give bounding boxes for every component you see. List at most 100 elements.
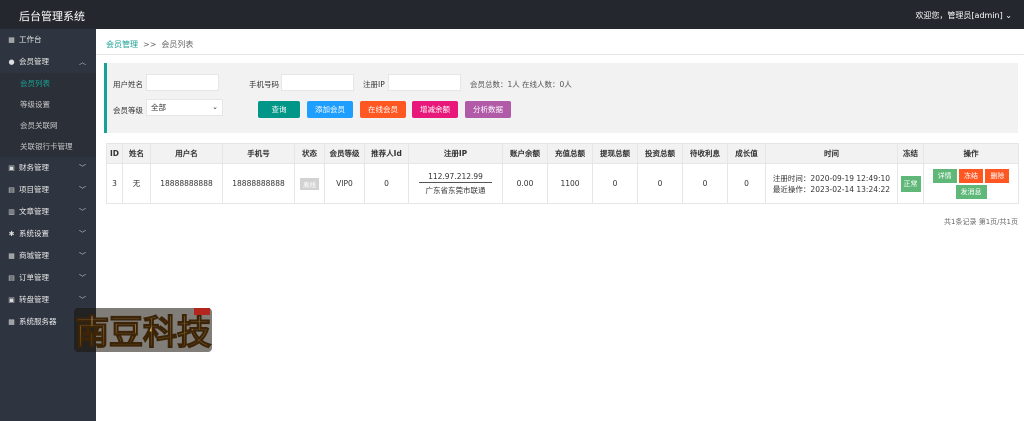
cell-balance: 0.00 [502,163,548,204]
column-header: 待收利息 [682,143,728,164]
sidebar-item-mall[interactable]: ▦ 商城管理 ﹀ [0,245,96,267]
delete-button[interactable]: 删除 [985,168,1010,183]
cell-register-ip: 112.97.212.99 广东省东莞市联通 [408,163,503,204]
sidebar-item-members[interactable]: ● 会员管理 ︿ [0,51,96,73]
add-member-button[interactable]: 添加会员 [307,101,353,118]
phone-input[interactable] [281,74,354,91]
column-header: 手机号 [222,143,295,164]
sidebar-item-articles[interactable]: ▥ 文章管理 ﹀ [0,201,96,223]
user-menu[interactable]: 欢迎您，管理员[admin] ⌄ [915,10,1012,21]
send-message-button[interactable]: 发消息 [955,184,987,199]
chevron-down-icon: ⌄ [1005,11,1012,20]
cell-withdraw-total: 0 [592,163,638,204]
chevron-down-icon: ﹀ [79,186,86,194]
column-header: 投资总额 [637,143,683,164]
gear-icon: ✱ [8,230,15,238]
online-members-button[interactable]: 在线会员 [360,101,406,118]
username-input[interactable] [146,74,219,91]
table-row: 3 无 18888888888 18888888888 离线 VIP0 0 11… [106,163,1019,204]
sidebar-subitem-bank-cards[interactable]: 关联银行卡管理 [0,136,96,157]
member-table: ID 姓名 用户名 手机号 状态 会员等级 推荐人Id 注册IP 账户余额 充值… [106,143,1019,204]
chevron-down-icon: ﹀ [79,252,86,260]
sidebar-subitem-level-settings[interactable]: 等级设置 [0,94,96,115]
cell-time: 注册时间：2020-09-19 12:49:10 最近操作：2023-02-14… [765,163,898,204]
column-header: 提现总额 [592,143,638,164]
breadcrumb-parent[interactable]: 会员管理 [106,40,138,49]
adjust-balance-button[interactable]: 增减余额 [412,101,458,118]
column-header: 充值总额 [547,143,593,164]
register-time: 注册时间：2020-09-19 12:49:10 [772,173,891,183]
server-icon: ▦ [8,318,15,326]
main-content: 会员管理 >> 会员列表 用户姓名 手机号码 注册IP 会员总数：1人 在线人数：0… [96,29,1024,421]
document-icon: ▥ [8,208,15,216]
sidebar-subitem-member-network[interactable]: 会员关联网 [0,115,96,136]
pagination-info: 共1条记录 第1页/共1页 [944,218,1018,226]
cell-actions: 详情 冻结 删除 发消息 [923,163,1019,204]
column-header: 成长值 [727,143,766,164]
money-icon: ▣ [8,164,15,172]
app-title: 后台管理系统 [19,10,85,23]
sidebar: ▦ 工作台 ● 会员管理 ︿ 会员列表 等级设置 会员关联网 关联银行卡管理 ▣ 财务… [0,29,96,421]
breadcrumb: 会员管理 >> 会员列表 [106,39,193,50]
sidebar-item-system-settings[interactable]: ✱ 系统设置 ﹀ [0,223,96,245]
sidebar-item-orders[interactable]: ▤ 订单管理 ﹀ [0,267,96,289]
cell-phone: 18888888888 [222,163,295,204]
top-bar: 后台管理系统 欢迎您，管理员[admin] ⌄ [0,0,1024,29]
ip-location: 广东省东莞市联通 [425,185,486,195]
level-select-value: 全部 [151,103,166,112]
folder-icon: ▤ [8,186,15,194]
search-button[interactable]: 查询 [258,101,300,118]
cell-id: 3 [106,163,123,204]
column-header: 状态 [294,143,325,164]
user-greeting: 欢迎您，管理员[admin] [915,11,1003,20]
cell-level: VIP0 [324,163,365,204]
ip-address: 112.97.212.99 [419,172,492,183]
analyze-data-button[interactable]: 分析数据 [465,101,511,118]
cell-referrer-id: 0 [364,163,409,204]
chevron-down-icon: ﹀ [79,164,86,172]
ip-input[interactable] [388,74,461,91]
freeze-button[interactable]: 冻结 [959,168,983,183]
freeze-status-badge[interactable]: 正常 [900,175,921,192]
cell-invest-total: 0 [637,163,683,204]
cell-username: 18888888888 [150,163,223,204]
chevron-down-icon: ﹀ [79,230,86,238]
online-members-count: 在线人数：0人 [522,80,572,89]
detail-button[interactable]: 详情 [932,168,957,183]
search-panel: 用户姓名 手机号码 注册IP 会员总数：1人 在线人数：0人 会员等级 全部 ⌄… [104,63,1018,133]
sidebar-subitem-member-list[interactable]: 会员列表 [0,73,96,94]
ip-label: 注册IP [363,80,385,89]
cell-pending-interest: 0 [682,163,728,204]
sidebar-item-finance[interactable]: ▣ 财务管理 ﹀ [0,157,96,179]
cell-recharge-total: 1100 [547,163,593,204]
divider [96,54,1024,55]
column-header: ID [106,143,123,164]
column-header: 注册IP [408,143,503,164]
column-header: 推荐人Id [364,143,409,164]
chevron-up-icon: ︿ [79,58,86,66]
column-header: 账户余额 [502,143,548,164]
list-icon: ▤ [8,274,15,282]
column-header: 用户名 [150,143,223,164]
level-select[interactable]: 全部 ⌄ [146,99,223,116]
chevron-down-icon: ⌄ [212,103,218,111]
cart-icon: ▦ [8,252,15,260]
user-icon: ● [8,58,15,66]
level-label: 会员等级 [113,106,143,115]
last-action-time: 最近操作：2023-02-14 13:24:22 [772,184,891,194]
column-header: 姓名 [122,143,151,164]
username-label: 用户姓名 [113,80,143,89]
wheel-icon: ▣ [8,296,15,304]
column-header: 冻结 [897,143,924,164]
cell-status: 离线 [294,163,325,204]
cell-growth: 0 [727,163,766,204]
breadcrumb-current: 会员列表 [161,40,194,49]
sidebar-item-dashboard[interactable]: ▦ 工作台 [0,29,96,51]
status-badge: 离线 [300,177,319,190]
cell-freeze: 正常 [897,163,924,204]
table-header-row: ID 姓名 用户名 手机号 状态 会员等级 推荐人Id 注册IP 账户余额 充值… [106,143,1019,164]
column-header: 操作 [923,143,1019,164]
breadcrumb-separator: >> [143,40,157,49]
column-header: 会员等级 [324,143,365,164]
sidebar-item-projects[interactable]: ▤ 项目管理 ﹀ [0,179,96,201]
